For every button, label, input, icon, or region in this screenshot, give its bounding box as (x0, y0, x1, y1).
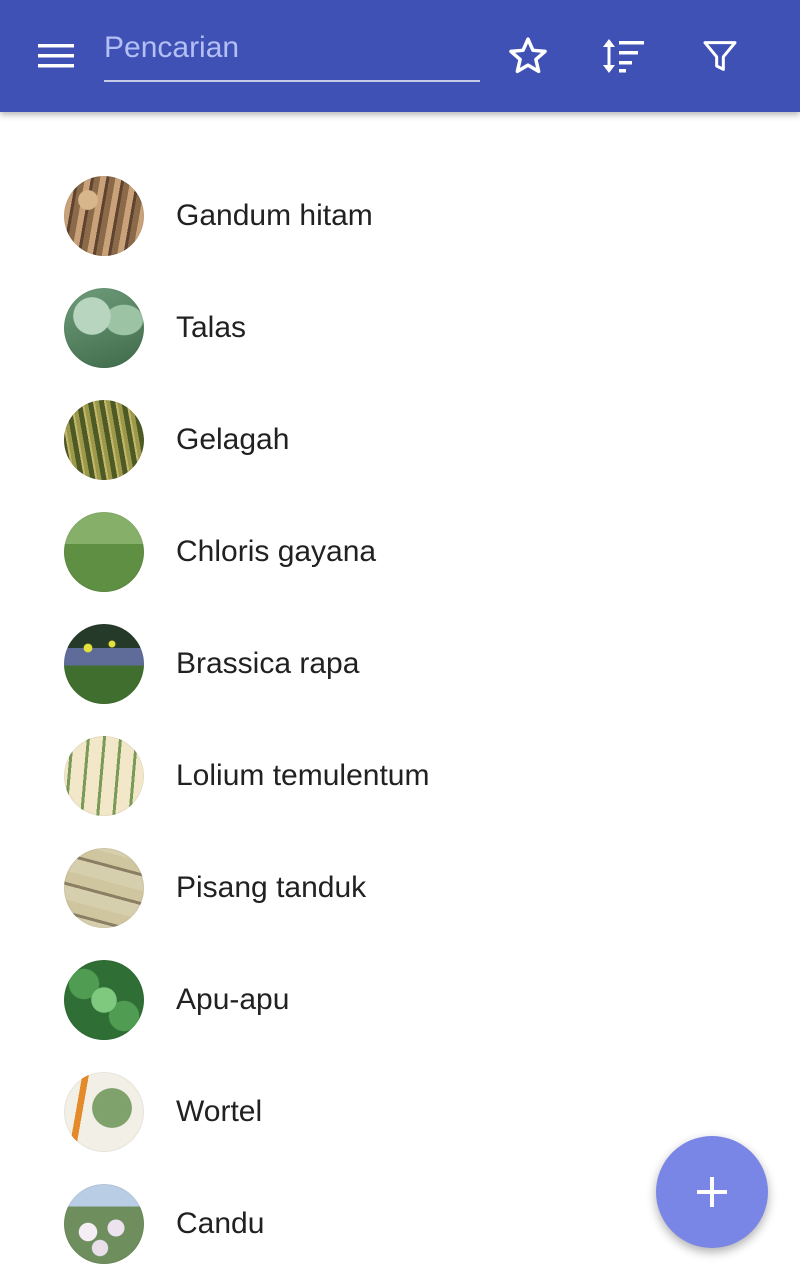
plant-thumbnail (64, 176, 144, 256)
list-item-lolium-temulentum[interactable]: Lolium temulentum (0, 720, 800, 832)
app-bar (0, 0, 800, 112)
sort-button[interactable] (589, 22, 657, 90)
plant-thumbnail (64, 848, 144, 928)
add-button[interactable] (656, 1136, 768, 1248)
plant-thumbnail (64, 288, 144, 368)
list-item-label: Wortel (176, 1095, 263, 1128)
menu-icon (38, 44, 74, 68)
list-item-label: Gelagah (176, 423, 290, 456)
list-item-pisang-tanduk[interactable]: Pisang tanduk (0, 832, 800, 944)
list-item-label: Lolium temulentum (176, 759, 430, 792)
plant-thumbnail (64, 736, 144, 816)
menu-button[interactable] (22, 22, 90, 90)
plus-icon (697, 1177, 727, 1207)
filter-icon (703, 41, 737, 71)
search-input[interactable] (104, 24, 480, 72)
search-field (104, 24, 480, 82)
list-item-label: Candu (176, 1207, 265, 1240)
list-item-label: Chloris gayana (176, 535, 377, 568)
list-item-talas[interactable]: Talas (0, 272, 800, 384)
list-item-label: Pisang tanduk (176, 871, 367, 904)
plant-thumbnail (64, 960, 144, 1040)
plant-thumbnail (64, 400, 144, 480)
list-item-apu-apu[interactable]: Apu-apu (0, 944, 800, 1056)
list-item-label: Talas (176, 311, 247, 344)
list-item-label: Apu-apu (176, 983, 290, 1016)
filter-button[interactable] (686, 22, 754, 90)
plant-thumbnail (64, 1072, 144, 1152)
plant-list: Gandum hitam Talas Gelagah Chloris gayan… (0, 160, 800, 1280)
app-screen: Gandum hitam Talas Gelagah Chloris gayan… (0, 0, 800, 1280)
plant-thumbnail (64, 1184, 144, 1264)
list-item-gelagah[interactable]: Gelagah (0, 384, 800, 496)
list-item-brassica-rapa[interactable]: Brassica rapa (0, 608, 800, 720)
star-outline-icon (509, 37, 547, 74)
plant-thumbnail (64, 624, 144, 704)
list-item-label: Gandum hitam (176, 199, 373, 232)
favorites-button[interactable] (494, 22, 562, 90)
list-item-label: Brassica rapa (176, 647, 360, 680)
plant-thumbnail (64, 512, 144, 592)
list-item-gandum-hitam[interactable]: Gandum hitam (0, 160, 800, 272)
sort-icon (603, 39, 644, 73)
list-item-chloris-gayana[interactable]: Chloris gayana (0, 496, 800, 608)
